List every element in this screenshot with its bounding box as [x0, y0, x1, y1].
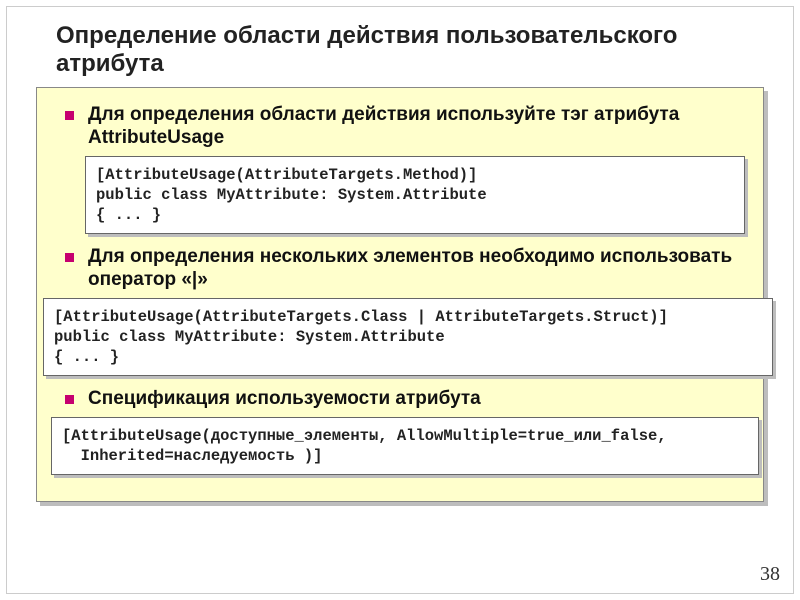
square-bullet-icon	[65, 253, 74, 262]
square-bullet-icon	[65, 111, 74, 120]
content-panel: Для определения области действия использ…	[36, 87, 764, 502]
bullet-3: Спецификация используемости атрибута	[65, 388, 745, 411]
bullet-1-text: Для определения области действия использ…	[88, 104, 745, 150]
code-box-3: [AttributeUsage(доступные_элементы, Allo…	[51, 417, 759, 475]
bullet-2-text: Для определения нескольких элементов нео…	[88, 246, 745, 292]
bullet-2: Для определения нескольких элементов нео…	[65, 246, 745, 292]
bullet-3-text: Спецификация используемости атрибута	[88, 388, 745, 411]
slide: Определение области действия пользовател…	[0, 0, 800, 600]
page-number: 38	[760, 563, 780, 586]
square-bullet-icon	[65, 395, 74, 404]
code-box-2: [AttributeUsage(AttributeTargets.Class |…	[43, 298, 773, 376]
slide-title: Определение области действия пользовател…	[56, 22, 764, 77]
code-box-1: [AttributeUsage(AttributeTargets.Method)…	[85, 156, 745, 234]
bullet-1: Для определения области действия использ…	[65, 104, 745, 150]
